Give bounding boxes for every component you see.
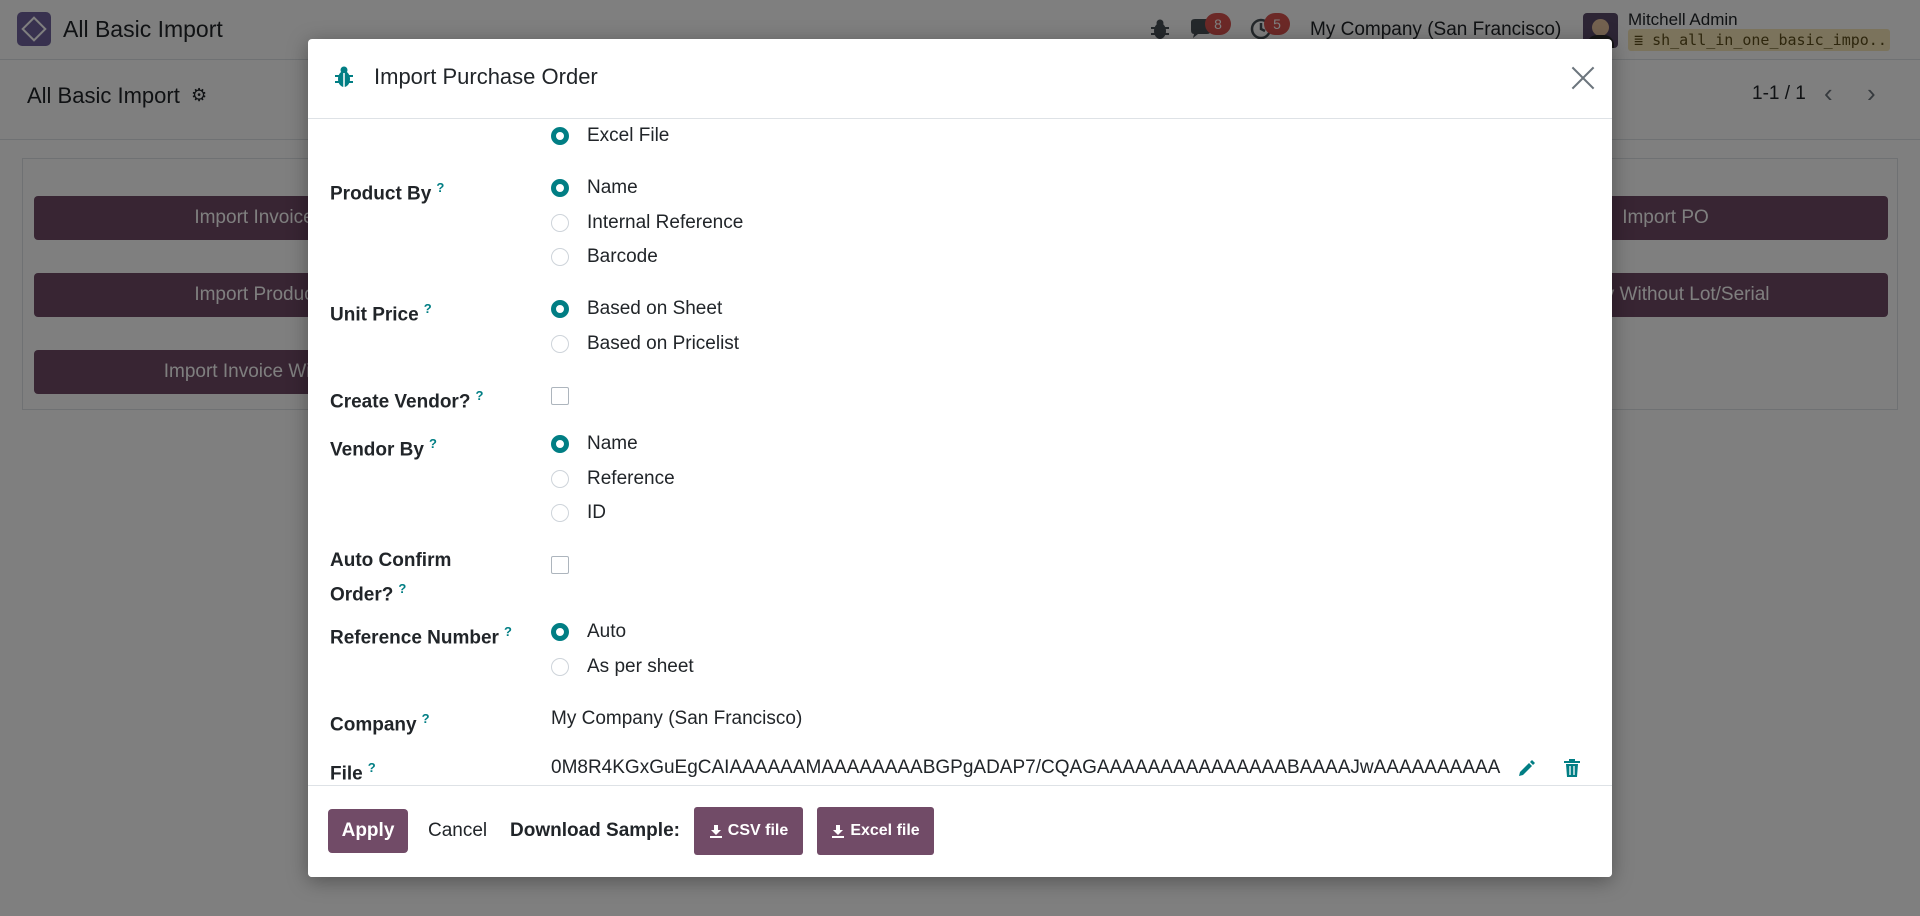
help-tooltip-icon[interactable]: ? — [424, 301, 432, 316]
radio-button[interactable] — [551, 623, 569, 641]
cancel-button[interactable]: Cancel — [428, 809, 487, 853]
debug-bug-icon[interactable] — [334, 65, 354, 89]
help-tooltip-icon[interactable]: ? — [504, 624, 512, 639]
radio-label: Reference — [587, 468, 675, 489]
radio-label: Based on Pricelist — [587, 333, 740, 354]
radio-button[interactable] — [551, 179, 569, 197]
radio-button[interactable] — [551, 504, 569, 522]
auto-confirm-label-line2: Order? — [330, 584, 394, 606]
radio-excel-file[interactable]: Excel File — [551, 122, 669, 150]
company-value: My Company (San Francisco) — [551, 708, 803, 729]
radio-button[interactable] — [551, 335, 569, 353]
create-vendor-label: Create Vendor?? — [330, 382, 483, 416]
help-tooltip-icon[interactable]: ? — [436, 180, 444, 195]
radio-label: Name — [587, 177, 638, 198]
radio-vendor-by-id[interactable]: ID — [551, 499, 606, 527]
radio-product-by-name[interactable]: Name — [551, 174, 638, 202]
vendor-by-label-text: Vendor By — [330, 439, 424, 461]
company-label: Company? — [330, 705, 430, 739]
csv-file-button[interactable]: CSV file — [694, 807, 803, 855]
auto-confirm-label-line1: Auto Confirm — [330, 550, 452, 571]
reference-number-label-text: Reference Number — [330, 627, 499, 649]
excel-file-label: Excel file — [850, 822, 920, 839]
product-by-label: Product By? — [330, 174, 444, 208]
radio-button[interactable] — [551, 214, 569, 232]
radio-reference-as-per-sheet[interactable]: As per sheet — [551, 653, 694, 681]
radio-vendor-by-reference[interactable]: Reference — [551, 465, 675, 493]
apply-button[interactable]: Apply — [328, 809, 408, 853]
pencil-edit-icon[interactable] — [1517, 758, 1537, 778]
trash-icon[interactable] — [1563, 758, 1581, 778]
reference-number-label: Reference Number? — [330, 618, 512, 652]
radio-label: Name — [587, 433, 638, 454]
radio-label: Excel File — [587, 125, 670, 146]
auto-confirm-checkbox[interactable] — [551, 556, 569, 574]
radio-label: Barcode — [587, 246, 658, 267]
radio-label: ID — [587, 502, 606, 523]
product-by-label-text: Product By — [330, 183, 432, 205]
radio-button[interactable] — [551, 127, 569, 145]
file-label: File? — [330, 754, 376, 785]
radio-product-by-internal-reference[interactable]: Internal Reference — [551, 209, 743, 237]
auto-confirm-label: Auto Confirm Order?? — [330, 547, 451, 609]
radio-button[interactable] — [551, 300, 569, 318]
help-tooltip-icon[interactable]: ? — [368, 760, 376, 775]
help-tooltip-icon[interactable]: ? — [429, 436, 437, 451]
modal-body[interactable]: Excel File Product By? Name Internal Ref… — [308, 119, 1612, 785]
radio-label: As per sheet — [587, 656, 694, 677]
company-label-text: Company — [330, 714, 417, 736]
radio-unit-price-sheet[interactable]: Based on Sheet — [551, 295, 722, 323]
csv-file-label: CSV file — [727, 822, 789, 839]
radio-button[interactable] — [551, 470, 569, 488]
download-icon — [709, 825, 722, 838]
file-label-text: File — [330, 763, 363, 785]
radio-label: Based on Sheet — [587, 298, 723, 319]
create-vendor-checkbox[interactable] — [551, 387, 569, 405]
modal-footer: Apply Cancel Download Sample: CSV file E… — [308, 785, 1612, 877]
radio-reference-auto[interactable]: Auto — [551, 618, 626, 646]
radio-label: Auto — [587, 621, 627, 642]
import-purchase-order-dialog: Import Purchase Order Excel File Product… — [308, 39, 1612, 877]
download-sample-label: Download Sample: — [510, 820, 680, 841]
radio-label: Internal Reference — [587, 212, 744, 233]
radio-button[interactable] — [551, 435, 569, 453]
download-icon — [832, 825, 845, 838]
radio-unit-price-pricelist[interactable]: Based on Pricelist — [551, 330, 739, 358]
radio-button[interactable] — [551, 248, 569, 266]
unit-price-label-text: Unit Price — [330, 304, 419, 326]
modal-header: Import Purchase Order — [308, 39, 1612, 119]
modal-title: Import Purchase Order — [374, 64, 598, 89]
create-vendor-label-text: Create Vendor? — [330, 391, 471, 413]
vendor-by-label: Vendor By? — [330, 430, 437, 464]
help-tooltip-icon[interactable]: ? — [475, 388, 483, 403]
radio-product-by-barcode[interactable]: Barcode — [551, 243, 658, 271]
unit-price-label: Unit Price? — [330, 295, 432, 329]
help-tooltip-icon[interactable]: ? — [398, 581, 406, 596]
help-tooltip-icon[interactable]: ? — [422, 711, 430, 726]
file-value: 0M8R4KGxGuEgCAIAAAAAAMAAAAAAAABGPgADAP7/… — [551, 757, 1501, 778]
radio-vendor-by-name[interactable]: Name — [551, 430, 638, 458]
close-icon[interactable] — [1568, 63, 1598, 93]
excel-file-button[interactable]: Excel file — [817, 807, 934, 855]
radio-button[interactable] — [551, 658, 569, 676]
